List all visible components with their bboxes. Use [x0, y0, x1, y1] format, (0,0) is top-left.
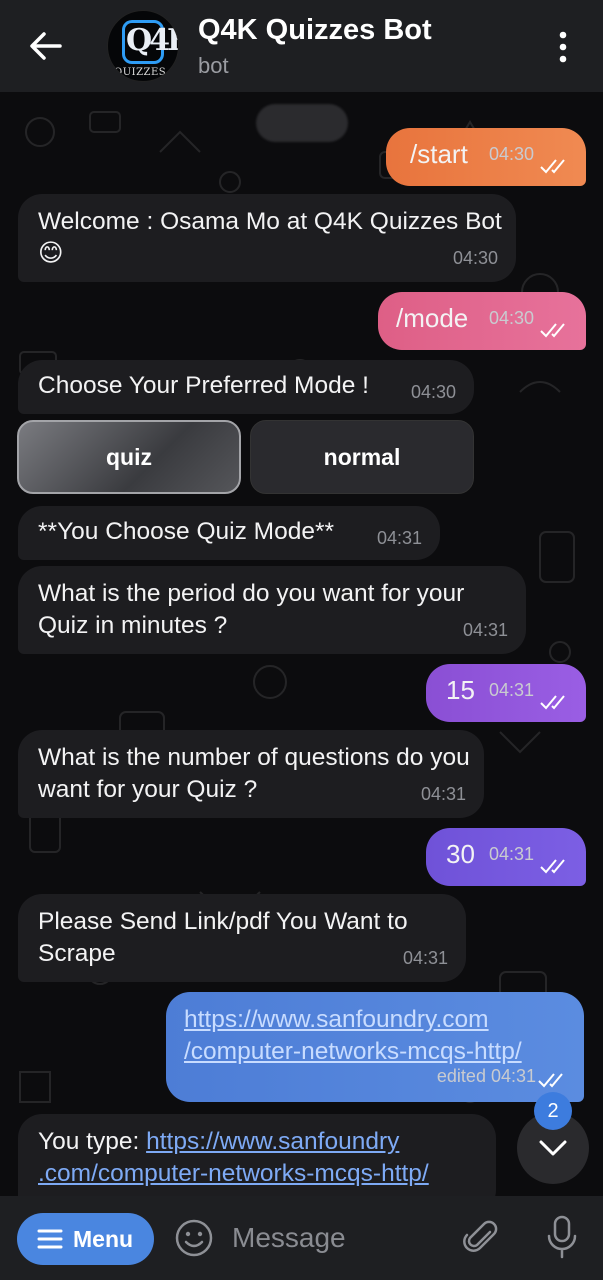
message-time: 04:31: [376, 528, 422, 548]
incoming-message[interactable]: What is the period do you want for your …: [18, 566, 526, 654]
link-line-1[interactable]: https://www.sanfoundry: [146, 1128, 399, 1155]
back-arrow-icon[interactable]: [24, 28, 68, 64]
incoming-message[interactable]: You type: https://www.sanfoundry .com/co…: [18, 1114, 496, 1196]
outgoing-message[interactable]: https://www.sanfoundry.com /computer-net…: [166, 992, 584, 1102]
message-text: Please Send Link/pdf You Want to Scrape: [38, 908, 408, 967]
message-text: 30: [446, 839, 475, 869]
message-text: What is the number of questions do you w…: [38, 744, 470, 803]
menu-button[interactable]: Menu: [17, 1213, 154, 1265]
chat-subtitle: bot: [198, 53, 229, 78]
double-check-icon: [540, 323, 565, 338]
link-line-2[interactable]: .com/computer-networks-mcqs-http/: [38, 1158, 476, 1190]
double-check-icon: [538, 1073, 563, 1088]
message-time: 04:30: [488, 308, 534, 328]
avatar-logo-text: Q4K: [126, 23, 178, 58]
chat-area[interactable]: /start 04:30 Welcome : Osama Mo at Q4K Q…: [0, 92, 603, 1196]
message-text: What is the period do you want for your …: [38, 580, 465, 639]
paperclip-icon[interactable]: [462, 1218, 502, 1258]
message-time: 04:31: [488, 680, 534, 700]
link-line-1[interactable]: https://www.sanfoundry.com: [184, 1004, 566, 1036]
bot-avatar[interactable]: Q4K QUIZZES: [107, 10, 179, 82]
double-check-icon: [540, 159, 565, 174]
outgoing-message[interactable]: /start 04:30: [386, 128, 586, 186]
keyboard-button-quiz[interactable]: quiz: [17, 420, 241, 494]
menu-label: Menu: [73, 1225, 134, 1252]
outgoing-message[interactable]: 15 04:31: [426, 664, 586, 722]
message-text: Welcome : Osama Mo at Q4K Quizzes Bot 😊: [38, 208, 502, 267]
chevron-down-icon: [539, 1140, 567, 1156]
message-text: You type:: [38, 1128, 147, 1155]
more-vertical-icon[interactable]: [552, 30, 574, 64]
message-composer: Menu: [0, 1196, 603, 1280]
avatar-logo-sub: QUIZZES: [114, 67, 167, 78]
message-time: 04:30: [410, 382, 456, 402]
message-time: 04:31: [420, 784, 466, 804]
message-time: 04:31: [402, 948, 448, 968]
outgoing-message[interactable]: /mode 04:30: [378, 292, 586, 350]
message-text: /mode: [396, 303, 469, 333]
emoji-icon[interactable]: [174, 1218, 214, 1258]
hamburger-icon: [37, 1229, 63, 1249]
message-link[interactable]: https://www.sanfoundry.com /computer-net…: [184, 1004, 566, 1068]
message-time: edited 04:31: [436, 1066, 536, 1086]
message-text: **You Choose Quiz Mode**: [38, 518, 335, 545]
message-time: 04:31: [462, 620, 508, 640]
microphone-icon[interactable]: [545, 1214, 579, 1260]
incoming-message[interactable]: **You Choose Quiz Mode** 04:31: [18, 506, 440, 560]
incoming-message[interactable]: Welcome : Osama Mo at Q4K Quizzes Bot 😊 …: [18, 194, 516, 282]
message-time: 04:31: [488, 844, 534, 864]
chat-title[interactable]: Q4K Quizzes Bot: [198, 14, 432, 47]
date-pill: [256, 104, 348, 142]
incoming-message[interactable]: What is the number of questions do you w…: [18, 730, 484, 818]
message-time: 04:30: [488, 144, 534, 164]
unread-badge: 2: [534, 1092, 572, 1130]
incoming-message[interactable]: Choose Your Preferred Mode ! 04:30: [18, 360, 474, 414]
message-text: /start: [410, 139, 468, 169]
double-check-icon: [540, 859, 565, 874]
message-text: Choose Your Preferred Mode !: [38, 372, 369, 399]
keyboard-button-normal[interactable]: normal: [250, 420, 474, 494]
message-time: 04:30: [452, 248, 498, 268]
incoming-message[interactable]: Please Send Link/pdf You Want to Scrape …: [18, 894, 466, 982]
outgoing-message[interactable]: 30 04:31: [426, 828, 586, 886]
double-check-icon: [540, 695, 565, 710]
message-input[interactable]: [232, 1218, 442, 1258]
chat-header: Q4K QUIZZES Q4K Quizzes Bot bot: [0, 0, 603, 92]
message-text: 15: [446, 675, 475, 705]
